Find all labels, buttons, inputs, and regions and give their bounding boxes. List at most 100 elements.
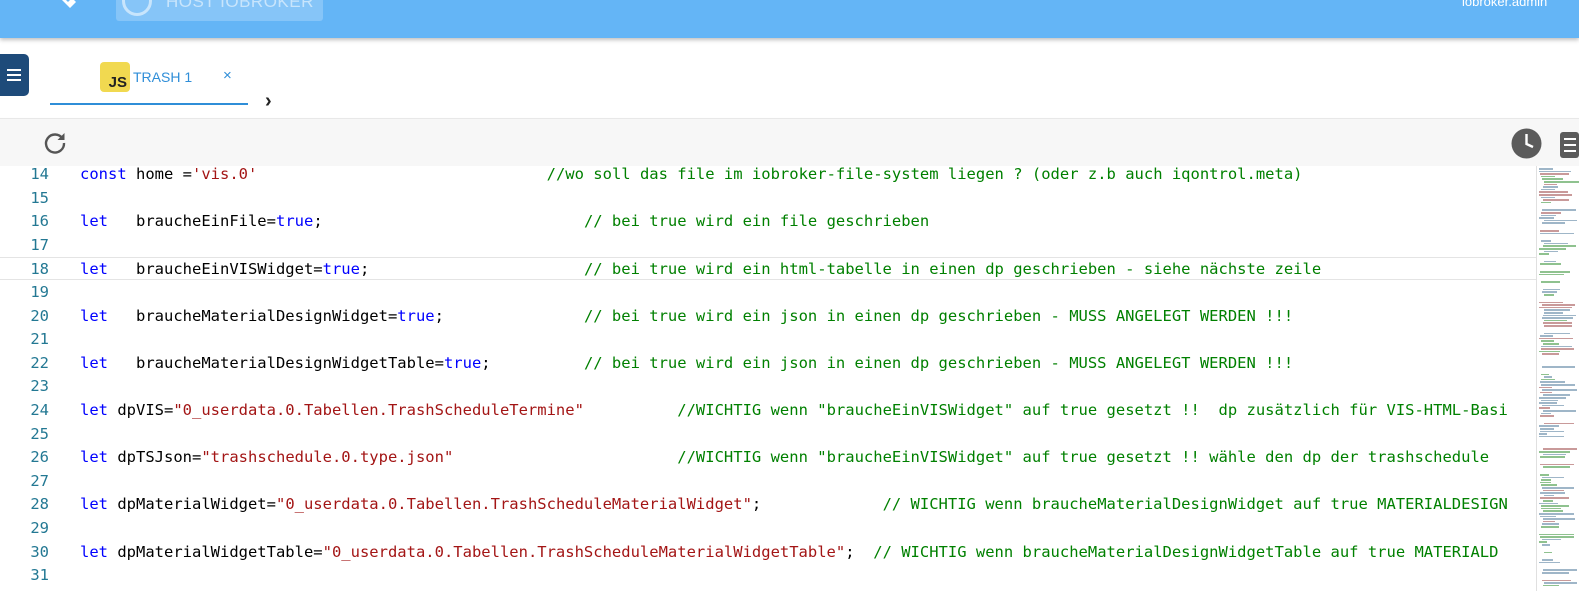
tab-trash-1[interactable]: JS TRASH 1 ×: [50, 60, 248, 105]
line-number: 20: [30, 306, 49, 325]
minimap-line: [1539, 301, 1563, 304]
minimap-line: [1541, 240, 1551, 242]
code-line[interactable]: 28 let dpMaterialWidget="0_userdata.0.Tab…: [0, 493, 1540, 516]
code-text: let braucheEinVISWidget=true; // bei tru…: [80, 258, 1321, 281]
code-line[interactable]: 14 const home ='vis.0' //wo soll das file…: [0, 166, 1540, 186]
code-line[interactable]: 21: [0, 328, 1540, 351]
minimap-line: [1539, 402, 1557, 404]
minimap-line: [1544, 219, 1577, 222]
code-editor[interactable]: 14 const home ='vis.0' //wo soll das file…: [0, 166, 1579, 591]
minimap-line: [1541, 345, 1572, 348]
close-icon[interactable]: ×: [223, 67, 232, 84]
minimap-line: [1539, 433, 1547, 435]
code-line[interactable]: 29: [0, 517, 1540, 540]
minimap-line: [1544, 319, 1567, 322]
minimap-line: [1541, 399, 1558, 402]
code-line[interactable]: 24 let dpVIS="0_userdata.0.Tabellen.Trash…: [0, 399, 1540, 422]
code-token: "0_userdata.0.Tabellen.TrashScheduleTerm…: [173, 401, 584, 419]
user-label[interactable]: iobroker.admin: [1462, 0, 1547, 9]
code-token: ;: [434, 306, 584, 325]
menu-button[interactable]: [0, 54, 29, 96]
code-line[interactable]: 31: [0, 564, 1540, 587]
code-text: let dpTSJson="trashschedule.0.type.json"…: [80, 446, 1489, 469]
code-token: const: [80, 166, 127, 183]
minimap-line: [1544, 376, 1552, 378]
minimap-line: [1543, 510, 1563, 512]
code-token: let: [80, 448, 108, 467]
minimap-line: [1542, 222, 1565, 224]
code-line[interactable]: 25: [0, 423, 1540, 446]
chevron-right-icon[interactable]: ›: [265, 90, 272, 113]
code-token: dpVIS=: [108, 401, 174, 419]
minimap-line: [1540, 430, 1564, 433]
code-line[interactable]: 17: [0, 234, 1540, 257]
line-number: 23: [30, 377, 49, 396]
code-text: let braucheEinFile=true; // bei true wir…: [80, 210, 929, 233]
minimap-line: [1542, 538, 1561, 541]
line-number: 28: [30, 495, 49, 514]
minimap-line: [1544, 250, 1558, 253]
list-icon[interactable]: [1560, 132, 1579, 158]
code-token: true: [443, 353, 482, 372]
minimap-line: [1541, 212, 1561, 214]
minimap-line: [1543, 288, 1560, 291]
minimap-line: [1544, 181, 1579, 183]
code-line[interactable]: 16 let braucheEinFile=true; // bei true w…: [0, 210, 1540, 233]
minimap-line: [1543, 410, 1576, 412]
line-number: 15: [30, 188, 49, 207]
code-line[interactable]: 23: [0, 375, 1540, 398]
code-token: // WICHTIG wenn braucheMaterialDesignWid…: [882, 495, 1508, 514]
code-line[interactable]: 15: [0, 187, 1540, 210]
minimap-line: [1542, 559, 1553, 561]
minimap[interactable]: [1536, 166, 1579, 591]
line-number: 26: [30, 448, 49, 467]
minimap-line: [1539, 451, 1570, 453]
minimap-line: [1541, 196, 1555, 199]
code-line[interactable]: 19: [0, 281, 1540, 304]
menu-icon-bar: [7, 74, 21, 76]
code-token: ;: [313, 212, 584, 231]
code-line[interactable]: 30 let dpMaterialWidgetTable="0_userdata.…: [0, 541, 1540, 564]
code-token: dpTSJson=: [108, 448, 202, 467]
minimap-line: [1543, 520, 1555, 523]
code-token: braucheMaterialDesignWidget=: [108, 306, 398, 325]
code-text: let dpMaterialWidgetTable="0_userdata.0.…: [80, 541, 1498, 564]
code-text: const home ='vis.0' //wo soll das file i…: [80, 166, 1303, 186]
code-token: //WICHTIG wenn "braucheEinVISWidget" auf…: [677, 401, 1508, 419]
host-selector[interactable]: HOST IOBROKER: [116, 0, 323, 21]
minimap-line: [1544, 332, 1570, 335]
reload-icon[interactable]: [42, 130, 68, 156]
code-token: "0_userdata.0.Tabellen.TrashScheduleMate…: [275, 495, 752, 514]
line-number: 27: [30, 471, 49, 490]
minimap-line: [1544, 183, 1557, 186]
minimap-line: [1539, 306, 1572, 309]
minimap-line: [1544, 309, 1570, 311]
code-line[interactable]: 27: [0, 470, 1540, 493]
minimap-line: [1541, 214, 1556, 217]
tab-label: TRASH 1: [133, 69, 193, 85]
minimap-line: [1544, 582, 1577, 584]
minimap-line: [1539, 253, 1549, 255]
minimap-line: [1543, 322, 1572, 324]
code-line[interactable]: 18 let braucheEinVISWidget=true; // bei t…: [0, 257, 1540, 281]
code-line[interactable]: 20 let braucheMaterialDesignWidget=true; …: [0, 305, 1540, 328]
minimap-line: [1541, 479, 1551, 481]
minimap-line: [1539, 513, 1574, 515]
clock-icon[interactable]: [1511, 128, 1542, 159]
minimap-line: [1543, 489, 1564, 492]
minimap-line: [1539, 397, 1566, 399]
minimap-line: [1541, 412, 1551, 415]
minimap-line: [1539, 350, 1560, 353]
wrench-icon[interactable]: [54, 0, 80, 14]
minimap-line: [1543, 343, 1559, 345]
minimap-line: [1539, 170, 1571, 173]
minimap-line: [1544, 260, 1556, 263]
line-number: 19: [30, 283, 49, 301]
minimap-line: [1543, 500, 1553, 502]
code-line[interactable]: 26 let dpTSJson="trashschedule.0.type.jso…: [0, 446, 1540, 469]
minimap-line: [1540, 335, 1553, 337]
code-token: let: [80, 542, 108, 561]
line-number: 31: [30, 566, 49, 585]
code-line[interactable]: 22 let braucheMaterialDesignWidgetTable=t…: [0, 352, 1540, 375]
